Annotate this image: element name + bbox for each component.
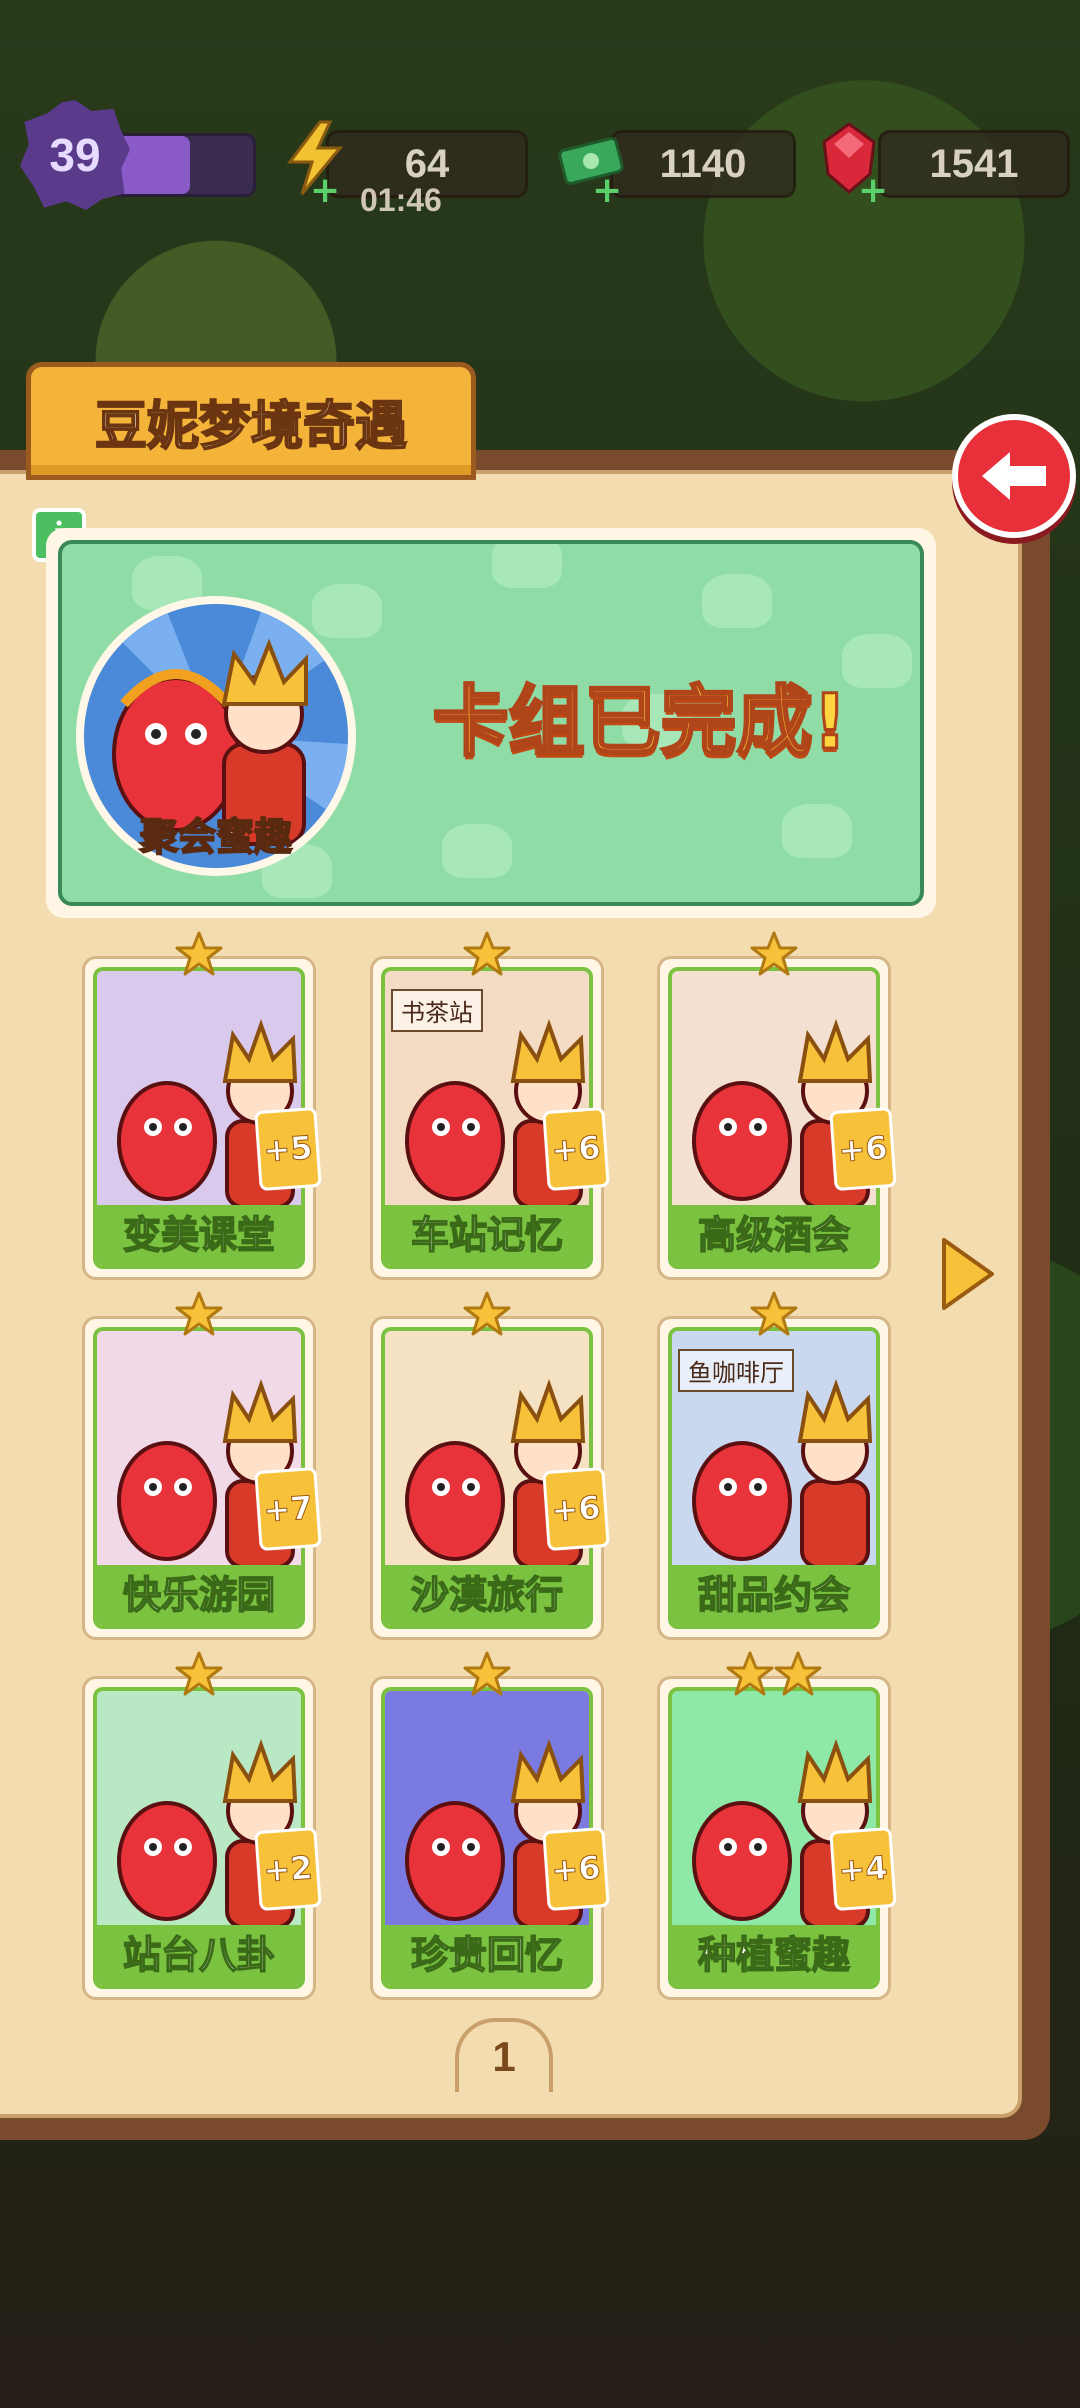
card-title: 甜品约会 (672, 1565, 876, 1625)
card-illustration: 鱼咖啡厅 (672, 1331, 876, 1569)
duplicate-count-badge: +7 (254, 1466, 322, 1552)
album-card[interactable]: 沙漠旅行 +6 (370, 1291, 610, 1640)
album-card[interactable]: 种植蜜趣 +4 (657, 1651, 897, 2000)
album-card[interactable]: 珍贵回忆 +6 (370, 1651, 610, 2000)
banner-avatar-label: 聚会蜜趣 (139, 814, 293, 860)
rarity-star-icon (175, 1651, 223, 1696)
album-card[interactable]: 高级酒会 +6 (657, 931, 897, 1280)
leaf-decoration (702, 574, 772, 628)
rarity-star-icon (750, 1291, 798, 1336)
rarity-star-icon (750, 931, 798, 976)
gem-counter: 1541 (878, 130, 1070, 198)
album-card[interactable]: 快乐游园 +7 (82, 1291, 322, 1640)
leaf-decoration (782, 804, 852, 858)
card-sign-text: 书茶站 (391, 989, 483, 1032)
duplicate-count-badge: +6 (542, 1466, 610, 1552)
duplicate-count-badge: +6 (542, 1106, 610, 1192)
card-title: 站台八卦 (97, 1925, 301, 1985)
leaf-decoration (312, 584, 382, 638)
album-card[interactable]: 站台八卦 +2 (82, 1651, 322, 2000)
card-title: 沙漠旅行 (385, 1565, 589, 1625)
duplicate-count-badge: +4 (829, 1826, 897, 1912)
album-card[interactable]: 变美课堂 +5 (82, 931, 322, 1280)
cash-value: 1140 (659, 141, 747, 186)
cash-counter: 1140 (610, 130, 796, 198)
rarity-star-icon (175, 1291, 223, 1336)
xp-bar (110, 133, 256, 197)
back-arrow-icon (982, 452, 1046, 500)
gem-plus-button[interactable]: + (858, 173, 888, 209)
leaf-decoration (442, 824, 512, 878)
album-title: 豆妮梦境奇遇 (94, 396, 408, 458)
energy-timer: 01:46 (360, 182, 442, 218)
rarity-star-icon (774, 1651, 822, 1696)
card-title: 种植蜜趣 (672, 1925, 876, 1985)
deck-complete-text: 卡组已完成! (431, 676, 849, 768)
duplicate-count-badge: +5 (254, 1106, 322, 1192)
album-card[interactable]: 鱼咖啡厅甜品约会 (657, 1291, 891, 1640)
album-card[interactable]: 书茶站车站记忆 +6 (370, 931, 610, 1280)
duplicate-count-badge: +6 (542, 1826, 610, 1912)
next-page-arrow[interactable] (938, 1234, 998, 1314)
gem-value: 1541 (929, 141, 1019, 186)
rarity-star-icon (463, 1291, 511, 1336)
card-title: 变美课堂 (97, 1205, 301, 1265)
energy-value: 64 (404, 141, 450, 186)
album-title-tab: 豆妮梦境奇遇 (26, 362, 476, 480)
rarity-star-icon (726, 1651, 774, 1696)
rarity-star-icon (463, 1651, 511, 1696)
rarity-star-icon (463, 931, 511, 976)
card-title: 珍贵回忆 (385, 1925, 589, 1985)
card-sign-text: 鱼咖啡厅 (678, 1349, 794, 1392)
duplicate-count-badge: +2 (254, 1826, 322, 1912)
card-frame: 鱼咖啡厅甜品约会 (668, 1327, 880, 1629)
leaf-decoration (492, 544, 562, 588)
cash-plus-button[interactable]: + (592, 173, 622, 209)
level-number: 39 (49, 129, 101, 181)
duplicate-count-badge: +6 (829, 1106, 897, 1192)
energy-plus-button[interactable]: + (310, 173, 340, 209)
back-button[interactable] (952, 414, 1076, 538)
card-title: 车站记忆 (385, 1205, 589, 1265)
card-title: 快乐游园 (97, 1565, 301, 1625)
card-title: 高级酒会 (672, 1205, 876, 1265)
page-number: 1 (455, 2018, 553, 2092)
rarity-star-icon (175, 931, 223, 976)
